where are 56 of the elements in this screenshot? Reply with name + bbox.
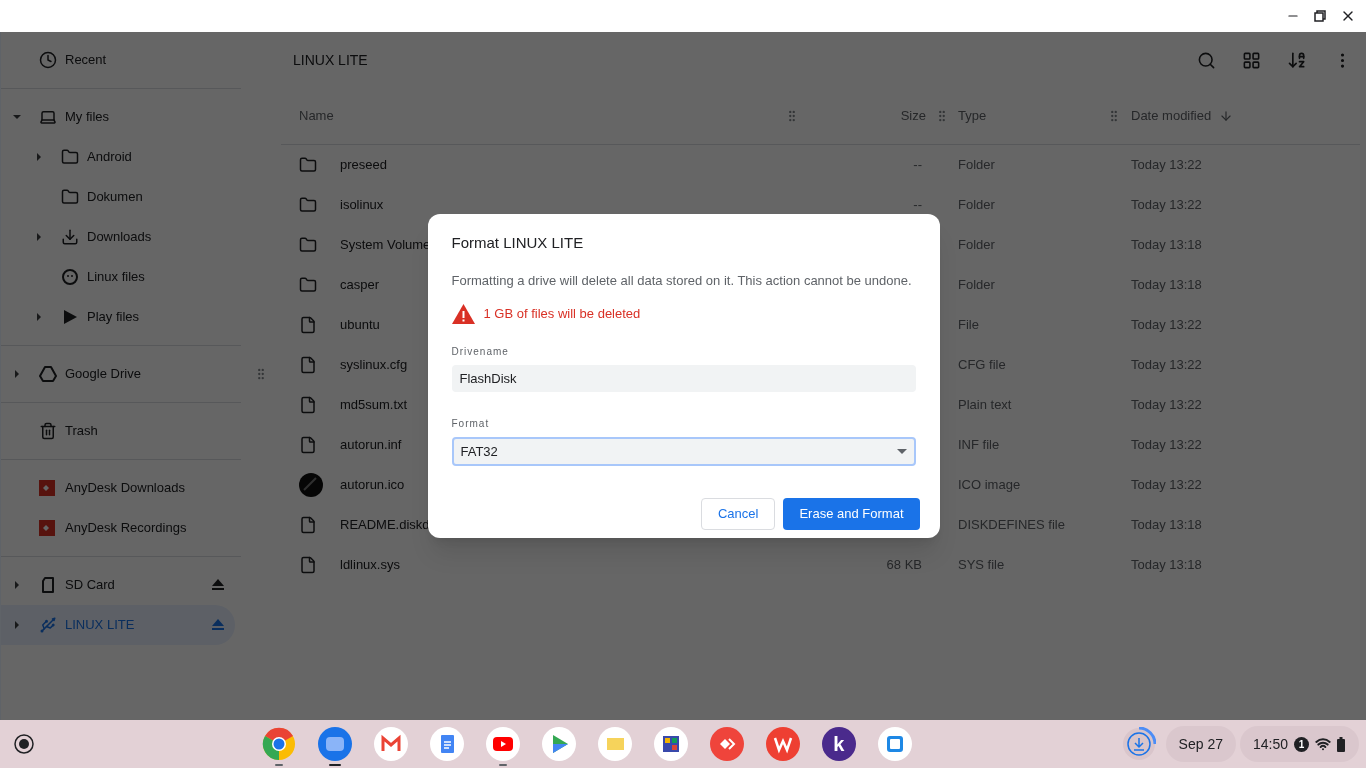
folder-title: LINUX LITE <box>293 50 369 70</box>
file-date: Today 13:18 <box>1131 517 1202 533</box>
file-size: -- <box>913 196 922 215</box>
file-type: ICO image <box>958 477 1021 493</box>
file-type: Folder <box>958 197 995 213</box>
file-type: Folder <box>958 277 995 293</box>
file-type: Folder <box>958 157 995 173</box>
file-name: autorun.inf <box>340 436 402 455</box>
file-type: DISKDEFINES file <box>958 517 1065 533</box>
file-size: 68 KB <box>886 556 922 575</box>
file-type: Plain text <box>958 397 1012 413</box>
file-date: Today 13:22 <box>1131 317 1202 333</box>
notification-count: 1 <box>1294 736 1309 752</box>
file-name: autorun.ico <box>340 476 405 495</box>
sidebar-label: Trash <box>65 422 99 441</box>
file-name: ldlinux.sys <box>340 556 400 575</box>
sidebar-label: AnyDesk Recordings <box>65 519 188 538</box>
file-type: CFG file <box>958 357 1006 373</box>
letter-app-icon: k <box>821 727 856 761</box>
file-type: INF file <box>958 437 1000 453</box>
file-name: casper <box>340 276 380 295</box>
file-date: Today 13:18 <box>1131 557 1202 573</box>
file-type: Folder <box>958 237 995 253</box>
file-name: md5sum.txt <box>340 396 408 415</box>
file-name: preseed <box>340 156 387 175</box>
dialog-message: Formatting a drive will delete all data stored on it. This action cannot be undone. <box>451 271 913 290</box>
file-type: File <box>958 317 979 333</box>
file-date: Today 13:22 <box>1131 357 1202 373</box>
sidebar-label: Android <box>87 148 133 167</box>
dialog-title: Format LINUX LITE <box>451 233 585 253</box>
file-name: syslinux.cfg <box>340 356 408 375</box>
field-label: Drivename <box>451 345 510 359</box>
file-date: Today 13:22 <box>1131 397 1202 413</box>
file-name: ubuntu <box>340 316 380 335</box>
sidebar-label: Dokumen <box>87 188 144 207</box>
sidebar-label: Linux files <box>87 268 146 287</box>
sidebar-label: Google Drive <box>65 365 142 384</box>
file-type: SYS file <box>958 557 1005 573</box>
sidebar-label: LINUX LITE <box>65 616 136 635</box>
sidebar-label: SD Card <box>65 576 116 595</box>
file-date: Today 13:18 <box>1131 277 1202 293</box>
field-label: Format <box>451 417 491 431</box>
file-date: Today 13:22 <box>1131 157 1202 173</box>
sidebar-label: Downloads <box>87 228 153 247</box>
sidebar-label: My files <box>65 108 111 127</box>
file-date: Today 13:22 <box>1131 197 1202 213</box>
file-size: -- <box>913 156 922 175</box>
file-date: Today 13:18 <box>1131 237 1202 253</box>
clock-time: 14:50 <box>1252 734 1288 754</box>
warning-text: 1 GB of files will be deleted <box>483 305 641 324</box>
sidebar-label: AnyDesk Downloads <box>65 479 186 498</box>
file-name: isolinux <box>340 196 384 215</box>
file-date: Today 13:22 <box>1131 477 1202 493</box>
sidebar-label: Recent <box>65 51 108 70</box>
sidebar-label: Play files <box>87 308 141 327</box>
file-date: Today 13:22 <box>1131 437 1202 453</box>
